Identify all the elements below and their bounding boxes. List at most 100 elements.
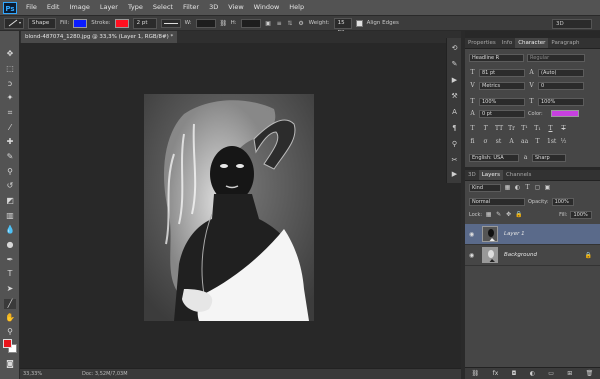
- font-family-select[interactable]: Headline R: [469, 53, 524, 62]
- filter-shape-icon[interactable]: ▢: [534, 184, 541, 191]
- discretionary-ligatures-button[interactable]: st: [495, 138, 502, 145]
- lock-all-icon[interactable]: 🔒: [515, 211, 522, 218]
- stylistic-alternates-button[interactable]: aa: [521, 138, 528, 145]
- text-color-swatch[interactable]: [551, 110, 579, 117]
- link-icon[interactable]: ⛓: [220, 20, 228, 27]
- crop-tool-icon[interactable]: ⌗: [4, 108, 16, 118]
- lock-position-icon[interactable]: ✥: [505, 211, 512, 218]
- clone-source-icon[interactable]: ⚲: [450, 140, 459, 149]
- foreground-color-swatch[interactable]: [3, 339, 12, 348]
- document-image[interactable]: [144, 94, 314, 321]
- subscript-button[interactable]: T₁: [534, 125, 541, 132]
- visibility-eye-icon[interactable]: ◉: [469, 252, 476, 259]
- menu-help[interactable]: Help: [284, 0, 309, 15]
- faux-italic-button[interactable]: T: [482, 125, 489, 132]
- swash-button[interactable]: A: [508, 138, 515, 145]
- all-caps-button[interactable]: TT: [495, 125, 503, 132]
- menu-file[interactable]: File: [21, 0, 42, 15]
- hand-tool-icon[interactable]: ✋: [4, 313, 16, 323]
- menu-type[interactable]: Type: [123, 0, 148, 15]
- stroke-swatch[interactable]: [114, 18, 129, 28]
- tab-info[interactable]: Info: [499, 38, 515, 48]
- fill-input[interactable]: 100%: [570, 210, 593, 219]
- eyedropper-tool-icon[interactable]: ⁄: [4, 123, 16, 133]
- settings-gear-icon[interactable]: ⚙: [298, 20, 305, 27]
- weight-input[interactable]: 15 px: [333, 17, 352, 35]
- stroke-type-select[interactable]: [160, 18, 181, 28]
- new-adjustment-layer-icon[interactable]: ◐: [530, 370, 535, 377]
- zoom-tool-icon[interactable]: ⚲: [4, 327, 16, 337]
- font-style-select[interactable]: Regular: [527, 53, 585, 62]
- layer-row-background[interactable]: ◉ Background 🔒: [465, 245, 600, 266]
- workspace-select[interactable]: 3D: [552, 19, 592, 29]
- tab-3d[interactable]: 3D: [465, 170, 479, 180]
- tool-presets-icon[interactable]: ⚒: [450, 92, 459, 101]
- character-icon[interactable]: A: [450, 108, 459, 117]
- language-select[interactable]: English: USA: [469, 153, 519, 162]
- blur-tool-icon[interactable]: 💧: [4, 225, 16, 235]
- move-tool-icon[interactable]: ✥: [4, 49, 16, 59]
- dodge-tool-icon[interactable]: ●: [4, 240, 16, 250]
- ordinals-button[interactable]: 1st: [547, 138, 556, 145]
- add-mask-icon[interactable]: ◘: [512, 370, 517, 377]
- filter-type-icon[interactable]: T: [524, 184, 531, 191]
- leading-input[interactable]: (Auto): [538, 68, 584, 77]
- tab-character[interactable]: Character: [515, 38, 549, 48]
- tab-layers[interactable]: Layers: [478, 170, 503, 180]
- tool-preset-picker[interactable]: [4, 17, 24, 29]
- document-tab[interactable]: blond-487074_1280.jpg @ 33,3% (Layer 1, …: [21, 31, 178, 43]
- titling-alternates-button[interactable]: T: [534, 138, 541, 145]
- tool-mode-select[interactable]: Shape: [28, 17, 56, 29]
- lasso-tool-icon[interactable]: ↄ: [4, 79, 16, 89]
- menu-edit[interactable]: Edit: [42, 0, 65, 15]
- height-input[interactable]: [240, 18, 261, 28]
- tab-properties[interactable]: Properties: [465, 38, 499, 48]
- strikethrough-button[interactable]: T: [560, 125, 567, 132]
- healing-brush-tool-icon[interactable]: ✚: [4, 137, 16, 147]
- align-edges-checkbox[interactable]: [355, 19, 363, 27]
- layer-name[interactable]: Layer 1: [504, 231, 525, 237]
- paths-icon[interactable]: ✂: [450, 156, 459, 165]
- actions-icon[interactable]: ▶: [450, 76, 459, 85]
- tracking-select[interactable]: 0: [538, 81, 584, 90]
- line-tool-icon[interactable]: ╱: [4, 299, 16, 309]
- layer-name[interactable]: Background: [504, 252, 537, 258]
- filter-smart-object-icon[interactable]: ▣: [544, 184, 551, 191]
- new-group-icon[interactable]: ▭: [548, 370, 554, 377]
- underline-button[interactable]: T: [547, 125, 554, 132]
- baseline-shift-input[interactable]: 0 pt: [479, 109, 525, 118]
- filter-adjustment-icon[interactable]: ◐: [514, 184, 521, 191]
- eraser-tool-icon[interactable]: ◩: [4, 196, 16, 206]
- new-layer-icon[interactable]: ⊞: [567, 370, 572, 377]
- path-alignment-icon[interactable]: ≡: [276, 20, 283, 27]
- lock-pixels-icon[interactable]: ✎: [495, 211, 502, 218]
- ligatures-button[interactable]: fi: [469, 138, 476, 145]
- tab-channels[interactable]: Channels: [503, 170, 534, 180]
- menu-layer[interactable]: Layer: [95, 0, 123, 15]
- visibility-eye-icon[interactable]: ◉: [469, 231, 476, 238]
- history-brush-tool-icon[interactable]: ↺: [4, 181, 16, 191]
- blend-mode-select[interactable]: Normal: [469, 197, 525, 206]
- superscript-button[interactable]: T¹: [521, 125, 528, 132]
- kerning-select[interactable]: Metrics: [479, 81, 525, 90]
- width-input[interactable]: [195, 18, 216, 28]
- path-operations-icon[interactable]: ▣: [265, 20, 272, 27]
- quick-mask-icon[interactable]: ◙: [4, 359, 16, 369]
- fill-swatch[interactable]: [73, 18, 88, 28]
- menu-select[interactable]: Select: [148, 0, 178, 15]
- layer-row-layer-1[interactable]: ◉ Layer 1: [465, 224, 600, 245]
- layer-filter-select[interactable]: Kind: [469, 183, 501, 192]
- stroke-width-input[interactable]: 2 pt: [132, 17, 157, 29]
- gradient-tool-icon[interactable]: ▥: [4, 211, 16, 221]
- canvas-area[interactable]: [20, 43, 461, 368]
- delete-layer-icon[interactable]: 🗑: [586, 370, 594, 377]
- brush-presets-icon[interactable]: ✎: [450, 60, 459, 69]
- small-caps-button[interactable]: Tr: [508, 125, 515, 132]
- clone-stamp-tool-icon[interactable]: ⚲: [4, 167, 16, 177]
- menu-window[interactable]: Window: [249, 0, 285, 15]
- magic-wand-tool-icon[interactable]: ✦: [4, 93, 16, 103]
- link-layers-icon[interactable]: ⛓: [472, 370, 480, 377]
- opacity-input[interactable]: 100%: [551, 197, 574, 206]
- timeline-icon[interactable]: ▶: [450, 170, 459, 179]
- menu-image[interactable]: Image: [64, 0, 94, 15]
